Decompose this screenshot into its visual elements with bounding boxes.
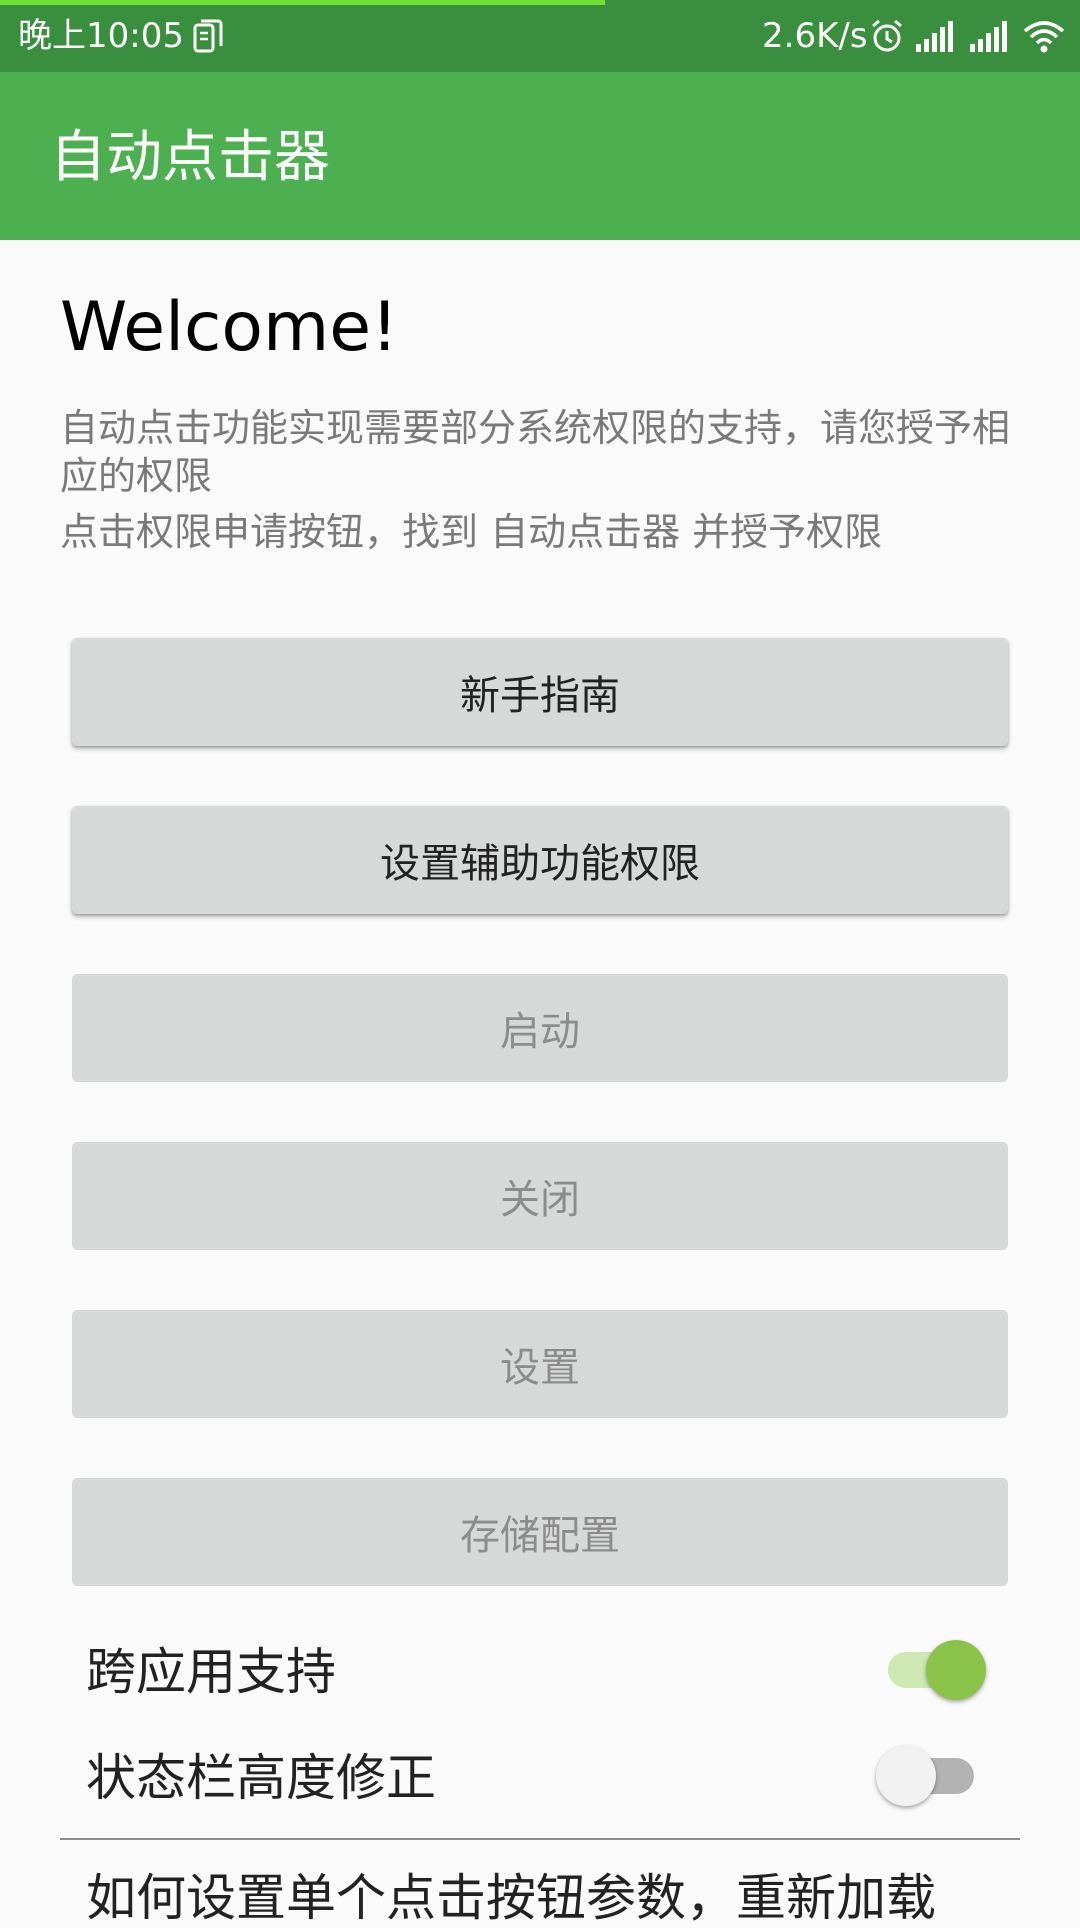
app-title: 自动点击器	[50, 125, 330, 190]
toggle-thumb	[876, 1746, 936, 1806]
accessibility-permission-button[interactable]: 设置辅助功能权限	[72, 806, 1008, 914]
status-bar-height-fix-label: 状态栏高度修正	[86, 1749, 436, 1807]
clipboard-icon	[193, 19, 223, 53]
status-bar: 晚上10:05 2.6K/s	[0, 0, 1080, 72]
load-progress-bar	[0, 0, 605, 5]
welcome-heading: Welcome!	[60, 288, 399, 367]
wifi-icon	[1023, 21, 1065, 53]
settings-button[interactable]: 设置	[72, 1310, 1008, 1418]
network-speed: 2.6K/s	[762, 16, 868, 56]
cross-app-support-toggle[interactable]	[876, 1640, 986, 1700]
status-time: 晚上10:05	[18, 16, 184, 56]
intro-line-instructions: 点击权限申请按钮，找到 自动点击器 并授予权限	[60, 510, 883, 554]
intro-text: 自动点击功能实现需要部分系统权限的支持，请您授予相应的权限 点击权限申请按钮，找…	[60, 404, 1030, 556]
help-link-text[interactable]: 如何设置单个点击按钮参数，重新加载	[86, 1868, 1066, 1928]
intro-line-permissions: 自动点击功能实现需要部分系统权限的支持，请您授予相应的权限	[60, 406, 1011, 498]
signal-icon	[970, 21, 1007, 52]
cross-app-support-label: 跨应用支持	[86, 1643, 336, 1701]
start-button[interactable]: 启动	[72, 974, 1008, 1082]
signal-icon	[916, 21, 953, 52]
stop-button[interactable]: 关闭	[72, 1142, 1008, 1250]
status-bar-height-fix-toggle[interactable]	[876, 1746, 986, 1806]
app-bar: 自动点击器	[0, 72, 1080, 240]
toggle-thumb	[926, 1640, 986, 1700]
status-bar-height-fix-row: 状态栏高度修正	[86, 1736, 986, 1816]
save-config-button[interactable]: 存储配置	[72, 1478, 1008, 1586]
cross-app-support-row: 跨应用支持	[86, 1630, 986, 1710]
guide-button[interactable]: 新手指南	[72, 638, 1008, 746]
divider	[60, 1838, 1020, 1840]
alarm-icon	[872, 19, 902, 52]
